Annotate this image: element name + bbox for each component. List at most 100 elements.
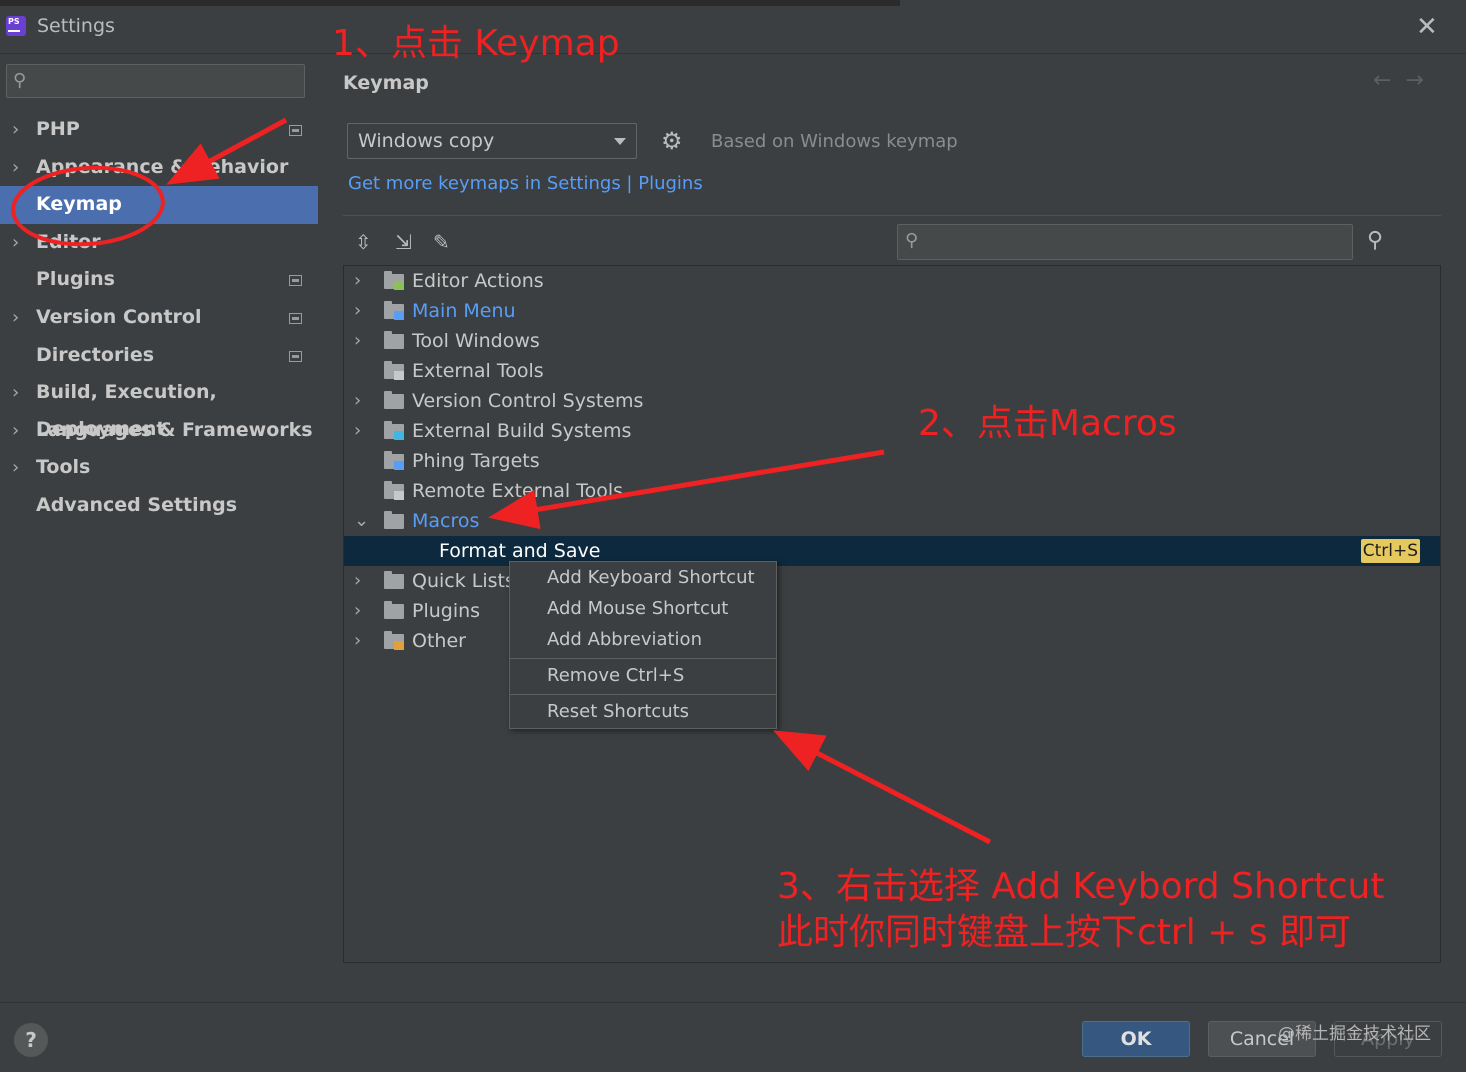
help-button[interactable]: ? bbox=[14, 1023, 48, 1057]
ok-button[interactable]: OK bbox=[1082, 1021, 1190, 1057]
chevron-right-icon[interactable]: › bbox=[354, 596, 361, 626]
context-menu: Add Keyboard Shortcut Add Mouse Shortcut A… bbox=[509, 561, 777, 729]
folder-badge-icon bbox=[394, 641, 404, 650]
folder-badge-icon bbox=[394, 311, 404, 320]
tree-item-group[interactable]: › External Build Systems bbox=[344, 416, 1440, 446]
dialog-footer: ? OK Cancel Apply @稀土掘金技术社区 bbox=[0, 1002, 1466, 1072]
page-title: Keymap bbox=[343, 72, 429, 94]
project-level-icon bbox=[289, 125, 302, 136]
sidebar-item-label: Languages & Frameworks bbox=[36, 418, 313, 441]
window-title: Settings bbox=[37, 15, 115, 37]
based-on-label: Based on Windows keymap bbox=[711, 131, 958, 152]
close-icon[interactable]: ✕ bbox=[1416, 12, 1438, 42]
sidebar-item-plugins[interactable]: Plugins bbox=[0, 261, 318, 299]
tree-item-label: Quick Lists bbox=[412, 570, 515, 592]
sidebar-item-label: Tools bbox=[36, 456, 91, 479]
folder-badge-icon bbox=[394, 461, 404, 470]
chevron-right-icon[interactable]: › bbox=[12, 111, 19, 148]
annotation-step2: 2、点击Macros bbox=[918, 403, 1177, 444]
chevron-right-icon[interactable]: › bbox=[354, 266, 361, 296]
collapse-all-icon[interactable]: ⇲ bbox=[395, 230, 412, 254]
background-editor-strip bbox=[0, 0, 900, 6]
tree-item-group[interactable]: External Tools bbox=[344, 356, 1440, 386]
folder-icon bbox=[384, 391, 404, 409]
context-menu-item[interactable]: Add Abbreviation bbox=[510, 624, 776, 655]
get-more-keymaps-link[interactable]: Get more keymaps in Settings | Plugins bbox=[348, 173, 703, 194]
gear-icon[interactable]: ⚙ bbox=[661, 127, 683, 155]
folder-badge-icon bbox=[394, 491, 404, 500]
sidebar-item-tools[interactable]: › Tools bbox=[0, 449, 318, 487]
divider bbox=[343, 215, 1441, 216]
sidebar-item-php[interactable]: › PHP bbox=[0, 111, 318, 149]
tree-item-group[interactable]: › Main Menu bbox=[344, 296, 1440, 326]
folder-badge-icon bbox=[394, 281, 404, 290]
sidebar-item-label: Plugins bbox=[36, 268, 115, 291]
chevron-right-icon[interactable]: › bbox=[12, 449, 19, 486]
annotation-step3: 3、右击选择 Add Keybord Shortcut 此时你同时键盘上按下ct… bbox=[777, 864, 1384, 956]
chevron-right-icon[interactable]: › bbox=[354, 296, 361, 326]
chevron-right-icon[interactable]: › bbox=[354, 326, 361, 356]
find-by-shortcut-icon[interactable]: ⚲ bbox=[1367, 228, 1383, 253]
tree-item-group[interactable]: Phing Targets bbox=[344, 446, 1440, 476]
context-menu-item[interactable]: Add Mouse Shortcut bbox=[510, 593, 776, 624]
sidebar-item-advanced-settings[interactable]: Advanced Settings bbox=[0, 487, 318, 525]
chevron-right-icon[interactable]: › bbox=[354, 386, 361, 416]
folder-icon bbox=[384, 571, 404, 589]
back-forward-arrows[interactable]: ←→ bbox=[1373, 68, 1438, 93]
chevron-down-icon[interactable]: ⌄ bbox=[354, 506, 369, 536]
context-menu-item[interactable]: Reset Shortcuts bbox=[510, 696, 776, 727]
sidebar-item-label: Keymap bbox=[36, 193, 122, 216]
action-search-input[interactable]: ⚲ bbox=[897, 224, 1353, 260]
keymap-select[interactable]: Windows copy bbox=[347, 123, 637, 159]
sidebar-search-input[interactable]: ⚲ bbox=[6, 64, 305, 98]
context-menu-item[interactable]: Remove Ctrl+S bbox=[510, 660, 776, 691]
tree-item-group[interactable]: › Editor Actions bbox=[344, 266, 1440, 296]
annotation-step3-line2: 此时你同时键盘上按下ctrl + s 即可 bbox=[777, 912, 1351, 953]
keymap-select-value: Windows copy bbox=[358, 130, 495, 152]
chevron-right-icon[interactable]: › bbox=[12, 412, 19, 449]
tree-item-label: Tool Windows bbox=[412, 330, 540, 352]
chevron-right-icon[interactable]: › bbox=[12, 374, 19, 411]
chevron-right-icon[interactable]: › bbox=[12, 224, 19, 261]
edit-shortcut-icon[interactable]: ✎ bbox=[433, 230, 450, 254]
tree-item-group[interactable]: ⌄ Macros bbox=[344, 506, 1440, 536]
sidebar-item-build-execution-deployment[interactable]: › Build, Execution, Deployment bbox=[0, 374, 318, 440]
folder-icon bbox=[384, 331, 404, 349]
project-level-icon bbox=[289, 312, 302, 324]
tree-item-label: Version Control Systems bbox=[412, 390, 644, 412]
sidebar-item-label: PHP bbox=[36, 118, 80, 140]
sidebar-item-directories[interactable]: Directories bbox=[0, 337, 318, 375]
folder-badge-icon bbox=[394, 431, 404, 440]
annotation-step3-line1: 3、右击选择 Add Keybord Shortcut bbox=[777, 866, 1385, 907]
expand-all-icon[interactable]: ⇳ bbox=[355, 230, 372, 254]
sidebar-item-label: Appearance & Behavior bbox=[36, 155, 289, 178]
tree-item-label: Remote External Tools bbox=[412, 480, 624, 502]
sidebar-item-appearance-behavior[interactable]: › Appearance & Behavior bbox=[0, 149, 318, 187]
tree-item-label: Macros bbox=[412, 510, 480, 532]
chevron-right-icon[interactable]: › bbox=[354, 566, 361, 596]
shortcut-chip: Ctrl+S bbox=[1360, 539, 1420, 563]
tree-item-group[interactable]: › Version Control Systems bbox=[344, 386, 1440, 416]
menu-separator bbox=[510, 694, 776, 695]
sidebar-item-version-control[interactable]: › Version Control bbox=[0, 299, 318, 337]
action-tree: › Editor Actions › Main Menu › Tool Windows Ex… bbox=[343, 265, 1441, 963]
chevron-down-icon bbox=[614, 138, 626, 145]
chevron-right-icon[interactable]: › bbox=[354, 626, 361, 656]
chevron-right-icon[interactable]: › bbox=[354, 416, 361, 446]
tree-item-group[interactable]: › Tool Windows bbox=[344, 326, 1440, 356]
watermark: @稀土掘金技术社区 bbox=[1278, 1024, 1431, 1044]
sidebar-item-languages-frameworks[interactable]: › Languages & Frameworks bbox=[0, 412, 318, 450]
chevron-right-icon[interactable]: › bbox=[12, 299, 19, 336]
search-icon: ⚲ bbox=[905, 230, 919, 251]
tree-item-label: Editor Actions bbox=[412, 270, 544, 292]
sidebar-item-keymap[interactable]: Keymap bbox=[0, 186, 318, 224]
title-bar: PS Settings ✕ bbox=[0, 0, 1466, 54]
project-level-icon bbox=[289, 275, 302, 287]
sidebar-item-editor[interactable]: › Editor bbox=[0, 224, 318, 262]
sidebar-item-label: Advanced Settings bbox=[36, 493, 238, 516]
menu-separator bbox=[510, 658, 776, 659]
tree-item-group[interactable]: Remote External Tools bbox=[344, 476, 1440, 506]
context-menu-item[interactable]: Add Keyboard Shortcut bbox=[510, 562, 776, 593]
sidebar-item-label: Directories bbox=[36, 343, 155, 366]
chevron-right-icon[interactable]: › bbox=[12, 149, 19, 186]
